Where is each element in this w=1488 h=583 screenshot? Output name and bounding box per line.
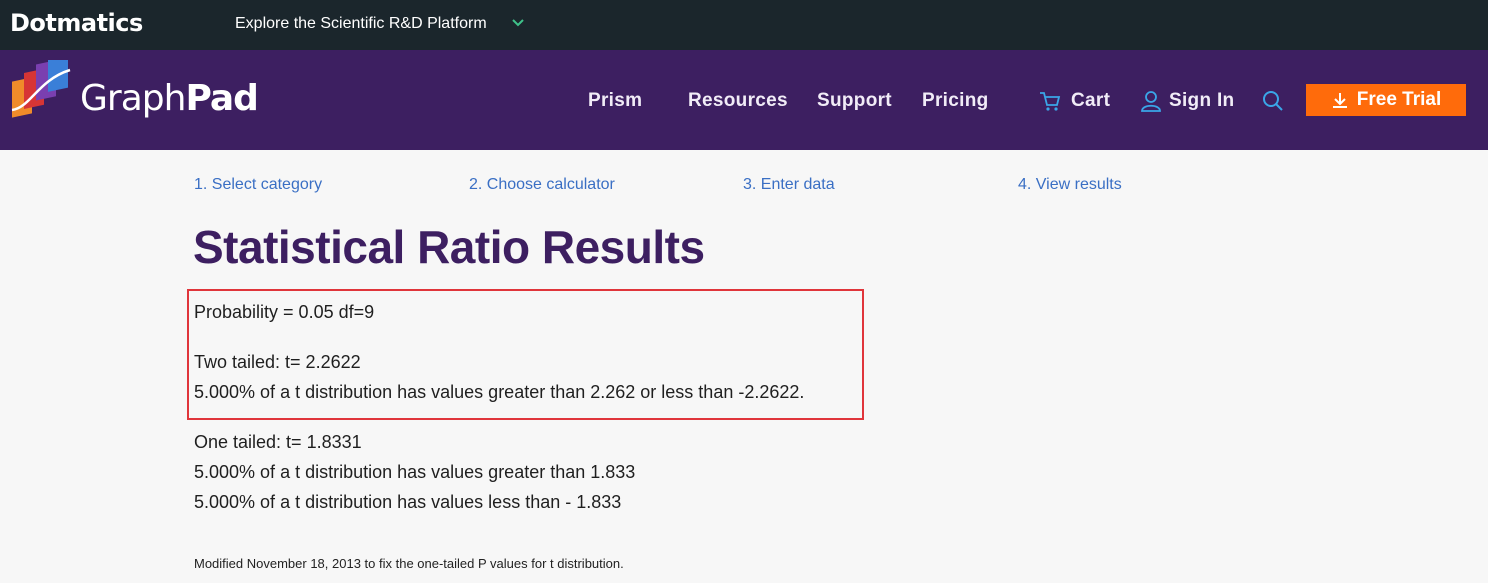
cart-link[interactable]: Cart <box>1071 90 1110 112</box>
one-tailed-greater-description: 5.000% of a t distribution has values gr… <box>194 462 636 482</box>
user-icon[interactable] <box>1140 90 1162 112</box>
main-nav: GraphPad Prism Resources Support Pricing… <box>0 50 1488 150</box>
graphpad-wordmark[interactable]: GraphPad <box>80 78 259 119</box>
wordmark-pad: Pad <box>185 78 258 119</box>
two-tailed-text: Two tailed: t= 2.2622 <box>194 352 361 372</box>
explore-platform-link[interactable]: Explore the Scientific R&D Platform <box>235 15 487 33</box>
step-view-results[interactable]: 4. View results <box>1018 176 1122 194</box>
wordmark-graph: Graph <box>80 78 186 119</box>
download-icon <box>1332 93 1347 108</box>
probability-text: Probability = 0.05 df=9 <box>194 302 375 322</box>
step-enter-data[interactable]: 3. Enter data <box>743 176 835 194</box>
cart-icon[interactable] <box>1039 90 1061 112</box>
nav-item-pricing[interactable]: Pricing <box>922 90 989 112</box>
step-select-category[interactable]: 1. Select category <box>194 176 322 194</box>
one-tailed-less-description: 5.000% of a t distribution has values le… <box>194 492 622 512</box>
one-tailed-text: One tailed: t= 1.8331 <box>194 432 362 452</box>
free-trial-button[interactable]: Free Trial <box>1306 84 1466 116</box>
graphpad-logo-icon[interactable] <box>10 60 80 122</box>
top-bar: Dotmatics Explore the Scientific R&D Pla… <box>0 0 1488 50</box>
chevron-down-icon[interactable] <box>510 15 526 31</box>
free-trial-label: Free Trial <box>1356 89 1442 110</box>
dotmatics-logo[interactable]: Dotmatics <box>10 9 143 37</box>
two-tailed-description: 5.000% of a t distribution has values gr… <box>194 382 805 402</box>
nav-item-resources[interactable]: Resources <box>688 90 788 112</box>
sign-in-link[interactable]: Sign In <box>1169 90 1234 112</box>
nav-item-prism[interactable]: Prism <box>588 90 642 112</box>
nav-item-support[interactable]: Support <box>817 90 892 112</box>
search-icon[interactable] <box>1262 90 1284 112</box>
step-choose-calculator[interactable]: 2. Choose calculator <box>469 176 615 194</box>
page-title: Statistical Ratio Results <box>193 221 705 273</box>
modified-note: Modified November 18, 2013 to fix the on… <box>194 556 624 571</box>
